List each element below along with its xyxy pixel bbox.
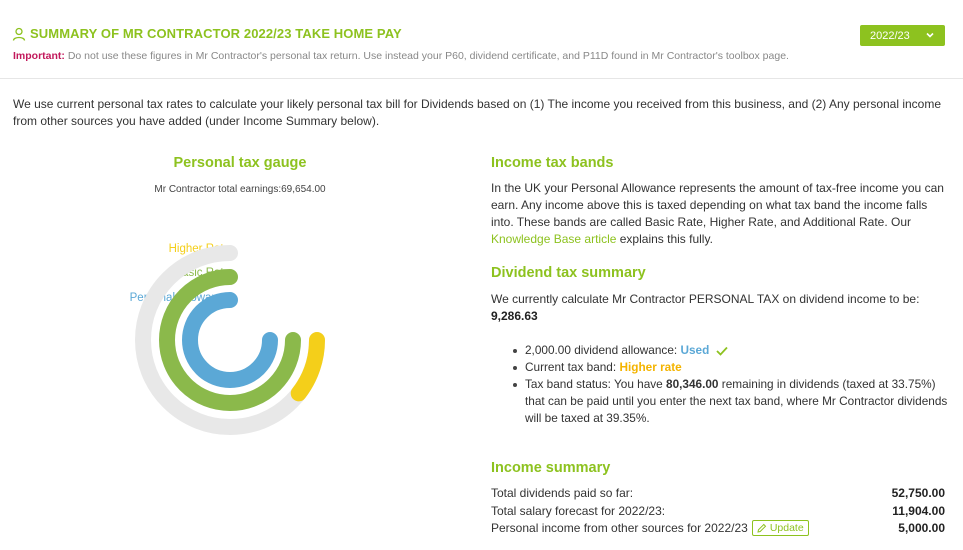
year-selector-value: 2022/23	[870, 29, 910, 42]
gauge-arc-higher-rate	[290, 332, 325, 402]
user-icon	[12, 27, 26, 41]
dividend-tax-amount: 9,286.63	[491, 309, 538, 323]
dividends-label: Total dividends paid so far:	[491, 485, 634, 500]
salary-label: Total salary forecast for 2022/23:	[491, 503, 666, 518]
title-row: SUMMARY OF MR CONTRACTOR 2022/23 TAKE HO…	[12, 26, 402, 41]
dividend-bullets: 2,000.00 dividend allowance: Used Curren…	[511, 342, 951, 427]
important-label: Important:	[13, 50, 65, 62]
year-selector[interactable]: 2022/23	[860, 25, 945, 46]
important-notice: Important: Do not use these figures in M…	[13, 50, 789, 62]
table-row: Total salary forecast for 2022/23: 11,90…	[491, 502, 945, 519]
table-row: Total dividends paid so far: 52,750.00	[491, 484, 945, 501]
other-income-value: 5,000.00	[898, 520, 945, 535]
list-item: 2,000.00 dividend allowance: Used	[511, 342, 951, 359]
income-tax-bands-text: In the UK your Personal Allowance repres…	[491, 180, 946, 248]
table-row: Personal income from other sources for 2…	[491, 519, 945, 536]
other-income-cell: Personal income from other sources for 2…	[491, 519, 809, 536]
important-text: Do not use these figures in Mr Contracto…	[64, 50, 789, 62]
tax-gauge-chart	[135, 245, 325, 435]
gauge-earnings: Mr Contractor total earnings:69,654.00	[120, 184, 360, 195]
income-summary-heading: Income summary	[491, 460, 611, 476]
list-item: Current tax band: Higher rate	[511, 359, 951, 376]
intro-text: We use current personal tax rates to cal…	[13, 97, 942, 128]
income-tax-bands-heading: Income tax bands	[491, 155, 614, 171]
tax-band-status-pre: Tax band status: You have	[525, 377, 667, 391]
salary-value: 11,904.00	[892, 503, 945, 518]
check-icon	[715, 346, 728, 356]
chevron-down-icon	[926, 32, 934, 38]
gauge-title: Personal tax gauge	[173, 155, 307, 171]
update-label: Update	[769, 521, 804, 534]
page-header: SUMMARY OF MR CONTRACTOR 2022/23 TAKE HO…	[0, 0, 963, 79]
pencil-icon	[757, 523, 767, 533]
tax-band-text: Current tax band:	[525, 360, 620, 374]
other-income-label: Personal income from other sources for 2…	[491, 520, 748, 535]
earnings-value: 69,654.00	[281, 184, 326, 195]
allowance-text: 2,000.00 dividend allowance:	[525, 343, 681, 357]
tax-band-value: Higher rate	[619, 360, 682, 374]
dividend-tax-heading: Dividend tax summary	[491, 265, 646, 281]
earnings-label: Mr Contractor total earnings:	[154, 184, 282, 195]
tax-band-remaining: 80,346.00	[666, 377, 719, 391]
allowance-status: Used	[680, 343, 710, 357]
gauge-arc-personal-allowance	[182, 292, 278, 388]
dividends-value: 52,750.00	[891, 485, 945, 500]
dividend-tax-text: We currently calculate Mr Contractor PER…	[491, 292, 920, 306]
page-title: SUMMARY OF MR CONTRACTOR 2022/23 TAKE HO…	[30, 26, 402, 41]
bands-text: In the UK your Personal Allowance repres…	[491, 181, 944, 229]
list-item: Tax band status: You have 80,346.00 rema…	[511, 376, 951, 427]
knowledge-base-link[interactable]: Knowledge Base article	[491, 232, 616, 246]
bands-text-after: explains this fully.	[616, 232, 713, 246]
update-button[interactable]: Update	[751, 519, 809, 536]
